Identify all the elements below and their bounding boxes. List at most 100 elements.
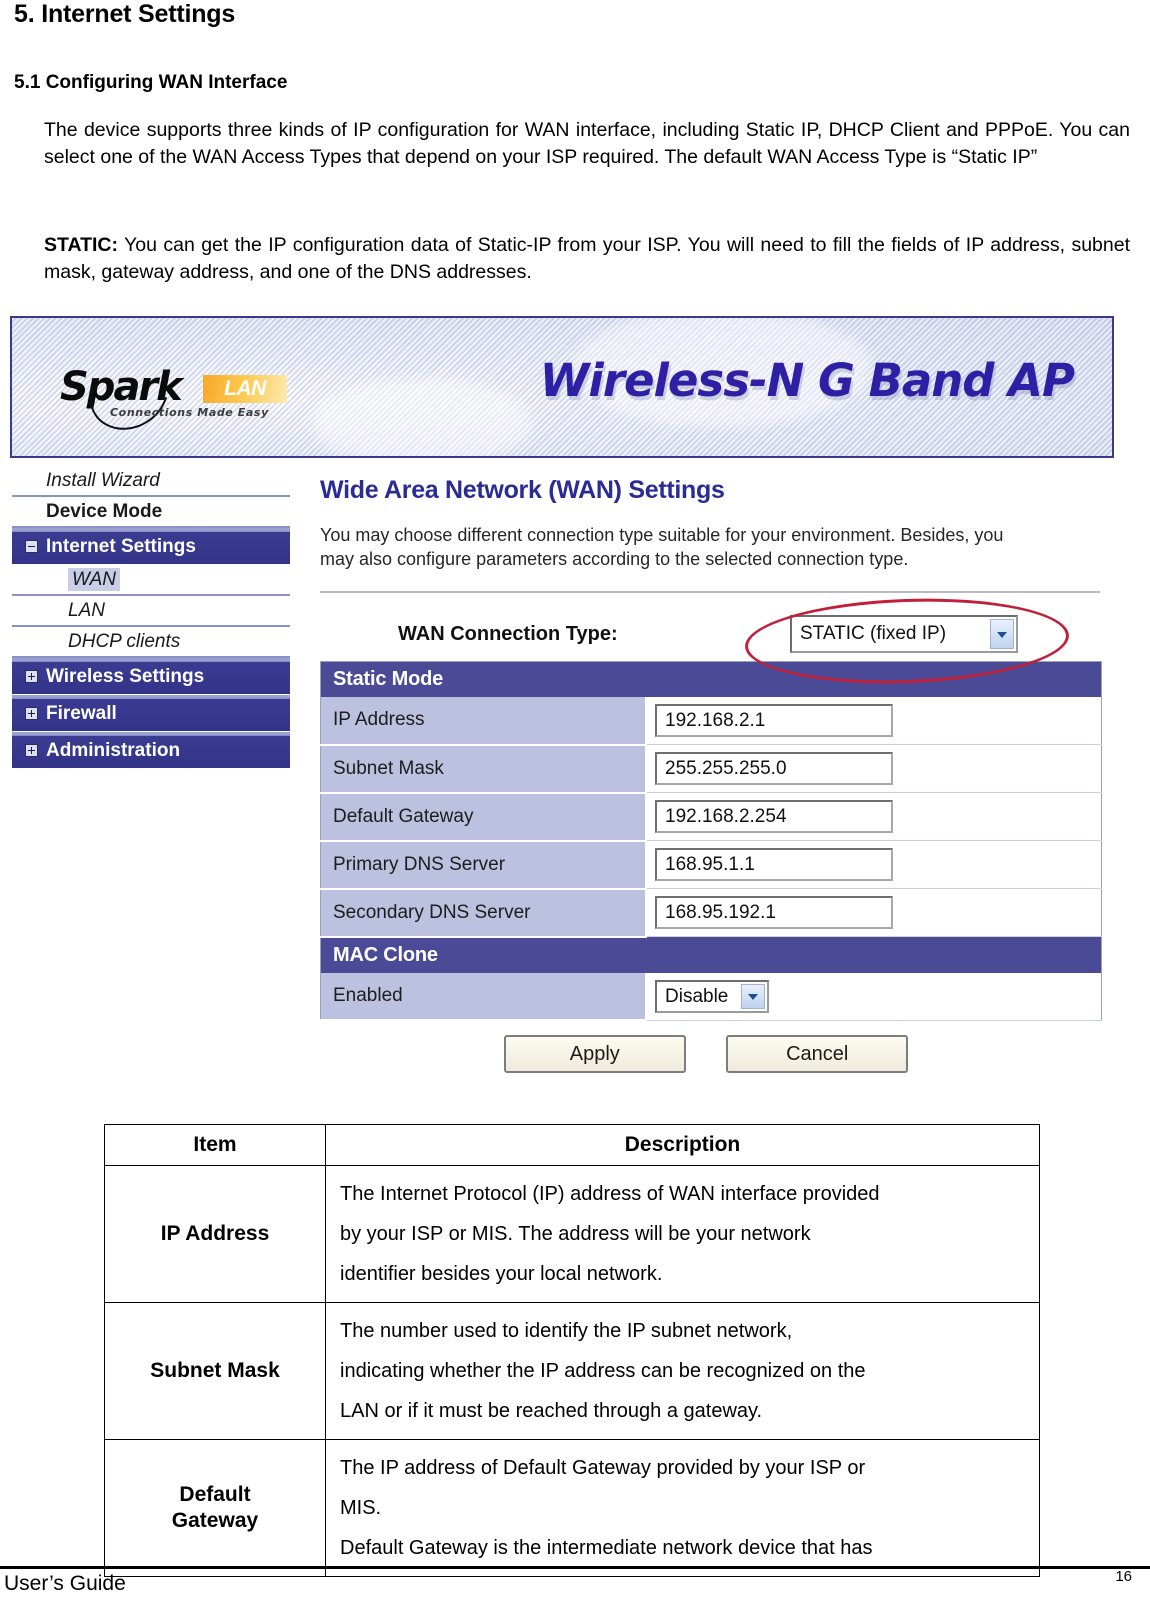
mac-clone-section-title: MAC Clone — [320, 936, 1102, 973]
sidebar-item-install-wizard[interactable]: Install Wizard — [12, 466, 290, 497]
table-row: IP Address 192.168.2.1 — [320, 697, 1102, 746]
desc-line: The number used to identify the IP subne… — [340, 1320, 793, 1342]
sidebar-item-label: WAN — [68, 568, 120, 591]
sidebar-item-label: Device Mode — [46, 501, 163, 522]
main-panel: Wide Area Network (WAN) Settings You may… — [310, 466, 1110, 1073]
minus-box-icon[interactable] — [25, 540, 38, 553]
ip-address-cell: 192.168.2.1 — [646, 697, 1102, 745]
desc-line: Default Gateway is the intermediate netw… — [340, 1537, 873, 1559]
product-title: Wireless-N G Band AP — [539, 354, 1075, 407]
primary-dns-cell: 168.95.1.1 — [646, 840, 1102, 889]
sidebar-item-device-mode[interactable]: Device Mode — [12, 497, 290, 528]
panel-title: Wide Area Network (WAN) Settings — [320, 476, 725, 504]
plus-box-icon[interactable] — [25, 707, 38, 720]
mac-clone-select[interactable]: Disable — [655, 979, 769, 1013]
intro-paragraph: The device supports three kinds of IP co… — [44, 119, 1130, 168]
sidebar-item-firewall[interactable]: Firewall — [12, 695, 290, 732]
table-row: Subnet Mask 255.255.255.0 — [320, 744, 1102, 794]
subnet-mask-label: Subnet Mask — [320, 744, 647, 794]
mac-clone-section-header: MAC Clone — [320, 936, 1102, 973]
wan-connection-type-row: WAN Connection Type: STATIC (fixed IP) — [320, 593, 1110, 689]
default-gateway-label: Default Gateway — [320, 792, 647, 842]
sidebar-item-label: LAN — [68, 600, 105, 621]
panel-description: You may choose different connection type… — [320, 525, 1004, 569]
sidebar-item-internet-settings[interactable]: Internet Settings — [12, 528, 290, 565]
table-row: Secondary DNS Server 168.95.192.1 — [320, 888, 1102, 938]
column-header-item: Item — [104, 1124, 326, 1166]
subnet-mask-input[interactable]: 255.255.255.0 — [655, 752, 893, 785]
table-row: Enabled Disable — [320, 972, 1102, 1021]
desc-line: The Internet Protocol (IP) address of WA… — [340, 1183, 880, 1205]
cancel-button[interactable]: Cancel — [726, 1035, 909, 1073]
horizontal-divider — [320, 591, 1100, 593]
desc-line: The IP address of Default Gateway provid… — [340, 1457, 866, 1479]
default-gateway-cell: 192.168.2.254 — [646, 792, 1102, 841]
primary-dns-label: Primary DNS Server — [320, 840, 647, 890]
banner-decoration — [312, 378, 532, 456]
sidebar-item-wan[interactable]: WAN — [12, 565, 290, 596]
table-row: IP Address The Internet Protocol (IP) ad… — [104, 1165, 1040, 1303]
mac-clone-value: Disable — [665, 985, 729, 1007]
desc-line: identifier besides your local network. — [340, 1263, 663, 1285]
chevron-down-icon[interactable] — [741, 983, 765, 1009]
static-mode-section-title: Static Mode — [320, 661, 1102, 697]
item-description-table: Item Description IP Address The Internet… — [104, 1124, 1040, 1577]
secondary-dns-cell: 168.95.192.1 — [646, 888, 1102, 937]
row-item-subnet-mask: Subnet Mask — [104, 1302, 326, 1440]
default-gateway-input[interactable]: 192.168.2.254 — [655, 800, 893, 833]
wan-connection-type-select[interactable]: STATIC (fixed IP) — [790, 615, 1018, 653]
sidebar-item-wireless-settings[interactable]: Wireless Settings — [12, 658, 290, 695]
row-desc-default-gateway: The IP address of Default Gateway provid… — [325, 1439, 1040, 1577]
secondary-dns-label: Secondary DNS Server — [320, 888, 647, 938]
row-item-default-gateway: Default Gateway — [104, 1439, 326, 1577]
footer-page-number: 16 — [1115, 1568, 1132, 1585]
mac-clone-enabled-label: Enabled — [320, 972, 647, 1021]
table-header-row: Item Description — [104, 1124, 1040, 1166]
page-title: 5. Internet Settings — [14, 0, 236, 28]
secondary-dns-input[interactable]: 168.95.192.1 — [655, 896, 893, 929]
router-ui-screenshot: Spark LAN Connections Made Easy Wireless… — [10, 316, 1118, 1116]
static-mode-section-header: Static Mode — [320, 661, 1102, 697]
static-paragraph: STATIC: You can get the IP configuration… — [44, 232, 1130, 285]
plus-box-icon[interactable] — [25, 744, 38, 757]
row-desc-ip-address: The Internet Protocol (IP) address of WA… — [325, 1165, 1040, 1303]
subnet-mask-cell: 255.255.255.0 — [646, 744, 1102, 793]
desc-line: LAN or if it must be reached through a g… — [340, 1400, 763, 1422]
sidebar-nav: Install Wizard Device Mode Internet Sett… — [12, 466, 290, 769]
logo-tagline: Connections Made Easy — [110, 406, 269, 419]
apply-button[interactable]: Apply — [503, 1035, 686, 1073]
plus-box-icon[interactable] — [25, 670, 38, 683]
sidebar-item-label: DHCP clients — [68, 631, 181, 652]
logo-lan-badge: LAN — [203, 375, 287, 403]
static-body: You can get the IP configuration data of… — [44, 234, 1130, 283]
sidebar-item-label: Administration — [46, 740, 181, 761]
table-row: Default Gateway 192.168.2.254 — [320, 792, 1102, 842]
sidebar-item-label: Firewall — [46, 703, 117, 724]
sidebar-item-label: Install Wizard — [46, 470, 160, 491]
table-row: Primary DNS Server 168.95.1.1 — [320, 840, 1102, 890]
ip-address-input[interactable]: 192.168.2.1 — [655, 704, 893, 737]
primary-dns-input[interactable]: 168.95.1.1 — [655, 848, 893, 881]
logo-swoosh-icon — [75, 341, 183, 445]
desc-line: by your ISP or MIS. The address will be … — [340, 1223, 811, 1245]
sidebar-item-label: Wireless Settings — [46, 666, 205, 687]
footer-guide-label: User’s Guide — [4, 1572, 126, 1595]
table-row: Subnet Mask The number used to identify … — [104, 1302, 1040, 1440]
section-heading: 5.1 Configuring WAN Interface — [14, 72, 288, 93]
sidebar-item-lan[interactable]: LAN — [12, 596, 290, 627]
form-actions: Apply Cancel — [310, 1035, 1102, 1073]
app-banner: Spark LAN Connections Made Easy Wireless… — [10, 316, 1114, 458]
desc-line: indicating whether the IP address can be… — [340, 1360, 866, 1382]
ip-address-label: IP Address — [320, 697, 647, 746]
sidebar-item-administration[interactable]: Administration — [12, 732, 290, 769]
footer-divider — [0, 1566, 1150, 1569]
wan-connection-type-label: WAN Connection Type: — [398, 623, 618, 645]
static-lead: STATIC: — [44, 234, 119, 256]
desc-line: MIS. — [340, 1497, 382, 1519]
column-header-description: Description — [325, 1124, 1040, 1166]
static-mode-table: Static Mode IP Address 192.168.2.1 Subne… — [320, 661, 1102, 1021]
row-item-ip-address: IP Address — [104, 1165, 326, 1303]
sparklan-logo: Spark LAN Connections Made Easy — [60, 341, 310, 445]
sidebar-item-dhcp-clients[interactable]: DHCP clients — [12, 627, 290, 658]
chevron-down-icon[interactable] — [990, 619, 1014, 649]
